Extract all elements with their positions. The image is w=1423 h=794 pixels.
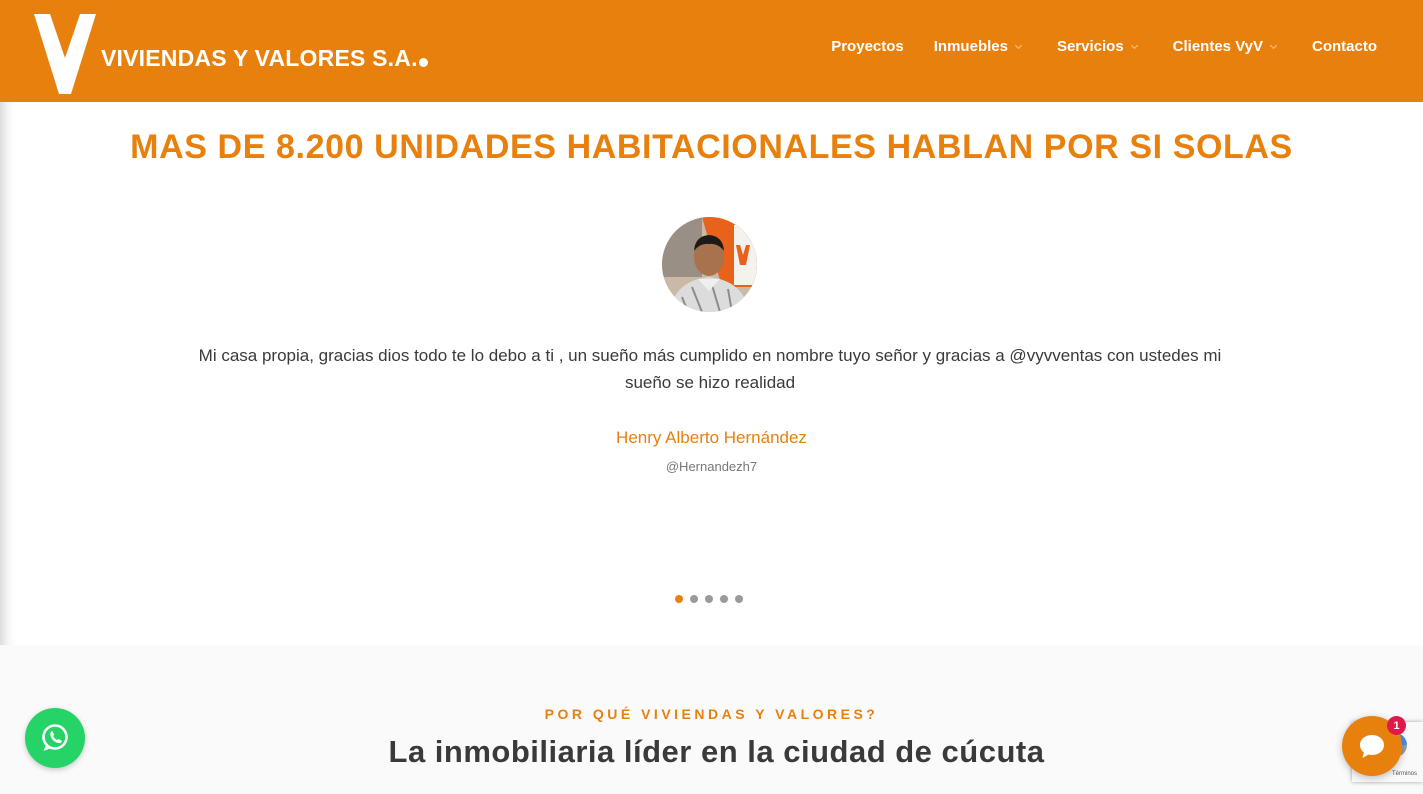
carousel-dot-5[interactable]	[735, 595, 743, 603]
testimonial-avatar	[662, 217, 757, 312]
chevron-down-icon	[1269, 41, 1278, 49]
recaptcha-terms-link[interactable]: Términos	[1392, 771, 1417, 777]
testimonials-headline: MAS DE 8.200 UNIDADES HABITACIONALES HAB…	[130, 128, 1293, 166]
testimonial-handle: @Hernandezh7	[665, 459, 758, 474]
why-title: La inmobiliaria líder en la ciudad de cú…	[388, 734, 1045, 769]
nav-item-proyectos[interactable]: Proyectos	[831, 38, 904, 55]
carousel-dot-1[interactable]	[675, 595, 683, 603]
nav-item-label: Contacto	[1312, 38, 1377, 55]
whatsapp-icon	[42, 724, 68, 751]
nav-item-contacto[interactable]: Contacto	[1312, 38, 1377, 55]
nav-item-label: Clientes VyV	[1172, 38, 1263, 55]
carousel-pagination	[675, 595, 750, 603]
main-nav: Proyectos Inmuebles Servicios Clientes V…	[831, 38, 1377, 55]
testimonial-author: Henry Alberto Hernández	[616, 428, 807, 447]
brand-logo[interactable]: VIVIENDAS Y VALORES S.A.	[30, 8, 450, 96]
testimonials-section: MAS DE 8.200 UNIDADES HABITACIONALES HAB…	[0, 102, 1423, 645]
why-eyebrow: POR QUÉ VIVIENDAS Y VALORES?	[544, 706, 879, 722]
site-header: VIVIENDAS Y VALORES S.A. Proyectos Inmue…	[0, 0, 1423, 102]
nav-item-clientes-vyv[interactable]: Clientes VyV	[1173, 38, 1282, 55]
carousel-dot-3[interactable]	[705, 595, 713, 603]
whatsapp-button[interactable]	[25, 708, 85, 768]
logo-text: VIVIENDAS Y VALORES S.A.	[101, 45, 428, 72]
chat-bubble-icon	[1360, 735, 1384, 758]
logo-v-mark-icon	[34, 14, 96, 94]
carousel-dot-4[interactable]	[720, 595, 728, 603]
headline-highlight: 8.200 UNIDADES HABITACIONALES	[276, 128, 877, 166]
nav-item-servicios[interactable]: Servicios	[1057, 38, 1143, 55]
why-section: POR QUÉ VIVIENDAS Y VALORES? La inmobili…	[0, 645, 1423, 794]
nav-item-label: Servicios	[1056, 38, 1124, 55]
chat-notification-badge: 1	[1387, 716, 1406, 735]
logo-trademark-dot	[418, 58, 428, 67]
chevron-down-icon	[1130, 41, 1138, 49]
nav-item-label: Proyectos	[831, 38, 904, 55]
carousel-dot-2[interactable]	[690, 595, 698, 603]
nav-item-label: Inmuebles	[933, 38, 1008, 55]
testimonial-quote: Mi casa propia, gracias dios todo te lo …	[198, 346, 1222, 392]
nav-item-inmuebles[interactable]: Inmuebles	[934, 38, 1027, 55]
chevron-down-icon	[1014, 41, 1022, 49]
